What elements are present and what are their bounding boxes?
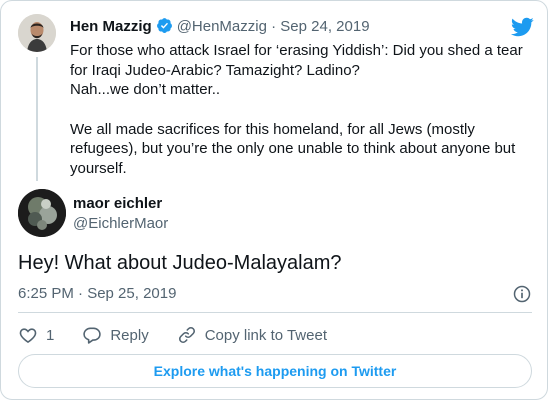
- like-count: 1: [46, 326, 55, 344]
- quoted-tweet-line-3: We all made sacrifices for this homeland…: [70, 120, 516, 177]
- quoted-tweet-line-2: Nah...we don’t matter..: [70, 81, 221, 99]
- heart-icon: [19, 328, 37, 344]
- quoted-tweet-text: For those who attack Israel for ‘erasing…: [70, 41, 530, 179]
- quoted-author-handle[interactable]: @HenMazzig: [177, 18, 267, 35]
- divider: [18, 312, 532, 313]
- like-button[interactable]: 1: [18, 325, 54, 345]
- reply-icon: [83, 327, 102, 344]
- twitter-bird-icon[interactable]: [510, 15, 534, 39]
- reply-author-name[interactable]: maor eichler: [73, 195, 162, 212]
- reply-tweet-text: Hey! What about Judeo-Malayalam?: [18, 252, 342, 274]
- reply-label: Reply: [110, 326, 149, 344]
- quoted-author-name[interactable]: Hen Mazzig: [70, 18, 152, 35]
- reply-tweet-timestamp[interactable]: 6:25 PM · Sep 25, 2019: [18, 285, 176, 302]
- maor-eichler-avatar[interactable]: [18, 189, 66, 237]
- quoted-tweet-header: Hen Mazzig @HenMazzig · Sep 24, 2019: [70, 17, 370, 40]
- link-icon: [178, 327, 195, 343]
- tweet-embed-card: Hen Mazzig @HenMazzig · Sep 24, 2019 For …: [0, 0, 548, 400]
- thread-line: [36, 57, 38, 181]
- explore-twitter-button[interactable]: Explore what's happening on Twitter: [18, 354, 532, 388]
- quoted-tweet-line-1: For those who attack Israel for ‘erasing…: [70, 42, 523, 79]
- info-icon[interactable]: [512, 284, 532, 304]
- hen-mazzig-avatar[interactable]: [18, 14, 56, 52]
- copy-link-button[interactable]: Copy link to Tweet: [177, 325, 327, 345]
- copy-link-label: Copy link to Tweet: [204, 326, 327, 344]
- quoted-tweet-date[interactable]: Sep 24, 2019: [280, 18, 369, 35]
- reply-author-handle[interactable]: @EichlerMaor: [73, 215, 168, 232]
- header-separator: ·: [271, 18, 277, 35]
- reply-button[interactable]: Reply: [82, 325, 149, 345]
- tweet-actions: 1 Reply Copy link to Tweet: [18, 323, 355, 347]
- verified-badge-icon: [156, 17, 173, 40]
